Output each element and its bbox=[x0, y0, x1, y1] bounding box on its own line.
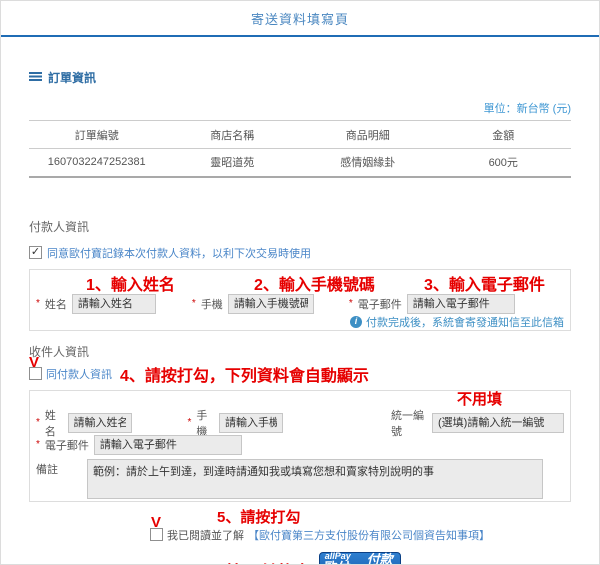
annotation-step3: 3、輸入電子郵件 bbox=[424, 276, 545, 294]
agreement-checkbox-wrap: V bbox=[150, 515, 163, 541]
col-order-number: 訂單編號 bbox=[74, 129, 119, 142]
pay-button-action: 付款去！ PAYMENT bbox=[356, 551, 404, 565]
payer-name-input[interactable] bbox=[71, 293, 156, 314]
pay-button[interactable]: allPay 歐付寶 付款去！ PAYMENT bbox=[318, 551, 404, 565]
col-amount: 金額 bbox=[492, 129, 515, 142]
order-table-header-row: 訂單編號 商店名稱 商品明細 金額 bbox=[29, 120, 571, 149]
product-detail-value: 感情姻緣卦 bbox=[340, 157, 396, 170]
page-content: 訂單資訊 單位：新台幣 (元) 訂單編號 商店名稱 商品明細 金額 160703… bbox=[1, 69, 599, 565]
payer-email-group: * 電子郵件 bbox=[348, 293, 515, 314]
red-check-annotation-icon: V bbox=[151, 514, 162, 531]
pay-row: 6、按下付款去 allPay 歐付寶 付款去！ PAYMENT bbox=[29, 551, 571, 565]
info-icon: i bbox=[350, 315, 362, 328]
payer-phone-label: 手機 bbox=[200, 298, 223, 311]
recipient-row-3: 備註 bbox=[36, 458, 564, 499]
payer-email-label: 電子郵件 bbox=[357, 298, 402, 311]
agreement-text: 我已閱讀並了解 bbox=[167, 529, 244, 542]
shipping-info-page: 寄送資料填寫頁 訂單資訊 單位：新台幣 (元) 訂單編號 商店名稱 商品明細 金… bbox=[0, 0, 600, 565]
currency-unit-label: 單位：新台幣 (元) bbox=[483, 103, 571, 115]
required-mark: * bbox=[348, 298, 353, 309]
annotation-step5: 5、請按打勾 bbox=[217, 508, 301, 526]
recipient-fields-box: 不用填 * 姓名 * 手機 統一編號 * bbox=[29, 389, 571, 502]
annotation-step6: 6、按下付款去 bbox=[199, 558, 310, 564]
store-name-value: 靈昭道苑 bbox=[210, 157, 255, 170]
same-as-payer-label[interactable]: 同付款人資訊 bbox=[46, 366, 112, 382]
recipient-name-input[interactable] bbox=[67, 412, 132, 433]
order-info-heading-label: 訂單資訊 bbox=[48, 71, 97, 85]
payer-fields-box: 1、輸入姓名 2、輸入手機號碼 3、輸入電子郵件 * 姓名 * 手機 * 電子郵… bbox=[29, 268, 571, 331]
email-notification-note: i 付款完成後，系統會寄發通知信至此信箱 bbox=[350, 314, 564, 330]
recipient-info-heading: 收件人資訊 bbox=[29, 344, 90, 359]
annotation-step4: 4、請按打勾，下列資料會自動顯示 bbox=[120, 367, 369, 385]
list-icon bbox=[29, 72, 42, 83]
recipient-taxid-label: 統一編號 bbox=[391, 409, 424, 438]
recipient-row-2: * 電子郵件 bbox=[36, 434, 242, 455]
payer-phone-group: * 手機 bbox=[191, 293, 314, 314]
same-as-payer-row: V 同付款人資訊 4、請按打勾，下列資料會自動顯示 bbox=[29, 355, 571, 386]
order-number-value: 1607032247252381 bbox=[47, 156, 146, 169]
col-product-detail: 商品明細 bbox=[345, 129, 390, 142]
annotation-step2: 2、輸入手機號碼 bbox=[254, 276, 375, 294]
payer-phone-input[interactable] bbox=[227, 293, 314, 314]
remember-payer-label[interactable]: 同意歐付寶記錄本次付款人資料，以利下次交易時使用 bbox=[47, 245, 311, 261]
annotation-step1: 1、輸入姓名 bbox=[86, 276, 175, 294]
remember-payer-row: ✓ 同意歐付寶記錄本次付款人資料，以利下次交易時使用 bbox=[29, 245, 571, 261]
page-header: 寄送資料填寫頁 bbox=[1, 1, 599, 37]
annotation-no-fill: 不用填 bbox=[457, 390, 503, 408]
payer-fields-row: * 姓名 * 手機 * 電子郵件 bbox=[36, 293, 564, 314]
required-mark: * bbox=[36, 417, 40, 428]
required-mark: * bbox=[187, 417, 192, 428]
col-store-name: 商店名稱 bbox=[210, 129, 255, 142]
red-check-annotation-icon: V bbox=[29, 353, 40, 371]
recipient-email-label: 電子郵件 bbox=[44, 439, 89, 452]
recipient-remark-group: 備註 bbox=[36, 458, 543, 499]
allpay-logo: allPay 歐付寶 bbox=[320, 551, 356, 564]
payer-name-label: 姓名 bbox=[44, 298, 67, 311]
required-mark: * bbox=[36, 298, 40, 309]
order-table: 訂單編號 商店名稱 商品明細 金額 1607032247252381 靈昭道苑 … bbox=[29, 120, 571, 178]
payer-name-group: * 姓名 bbox=[36, 293, 156, 314]
payer-email-input[interactable] bbox=[406, 293, 515, 314]
pay-button-text: 付款去！ bbox=[366, 551, 393, 565]
order-table-row: 1607032247252381 靈昭道苑 感情姻緣卦 600元 bbox=[29, 149, 571, 177]
recipient-remark-textarea[interactable] bbox=[87, 458, 543, 499]
recipient-phone-input[interactable] bbox=[219, 412, 283, 433]
remember-payer-checkbox[interactable]: ✓ bbox=[29, 246, 42, 259]
required-mark: * bbox=[36, 439, 40, 450]
recipient-remark-label: 備註 bbox=[36, 463, 58, 476]
payer-info-heading: 付款人資訊 bbox=[29, 219, 90, 234]
agreement-row: V 我已閱讀並了解 【歐付寶第三方支付股份有限公司個資告知事項】 bbox=[49, 515, 591, 543]
allpay-logo-name: 歐付寶 bbox=[325, 560, 351, 564]
page-title: 寄送資料填寫頁 bbox=[250, 11, 349, 27]
recipient-taxid-group: 統一編號 bbox=[391, 407, 565, 439]
recipient-email-input[interactable] bbox=[93, 434, 242, 455]
recipient-taxid-input[interactable] bbox=[432, 412, 565, 433]
privacy-notice-link[interactable]: 【歐付寶第三方支付股份有限公司個資告知事項】 bbox=[248, 527, 490, 543]
amount-value: 600元 bbox=[488, 157, 518, 170]
required-mark: * bbox=[191, 298, 196, 309]
order-info-heading: 訂單資訊 bbox=[29, 69, 571, 86]
recipient-email-group: * 電子郵件 bbox=[36, 434, 242, 455]
email-note-text: 付款完成後，系統會寄發通知信至此信箱 bbox=[366, 316, 564, 329]
